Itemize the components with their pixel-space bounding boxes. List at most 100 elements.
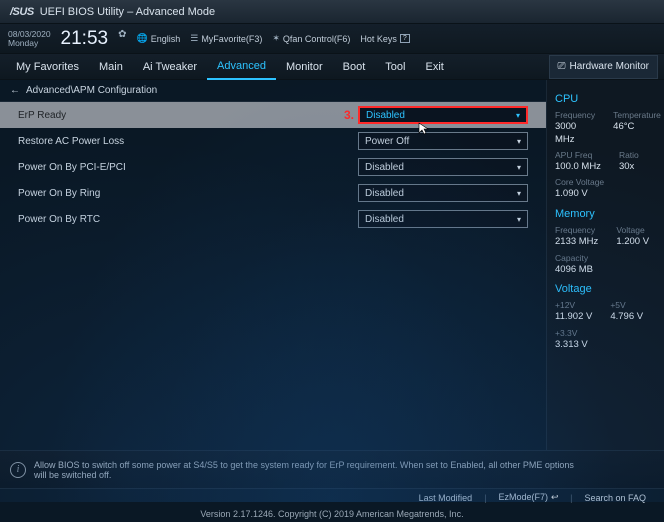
menu-item-ai-tweaker[interactable]: Ai Tweaker (133, 54, 207, 80)
hw-value: 4096 MB (555, 264, 593, 276)
brand-logo: /SUS (10, 6, 34, 18)
globe-icon: 🌐 (136, 33, 147, 44)
hw-row: +3.3V3.313 V (555, 328, 656, 351)
dropdown-value: Disabled (365, 162, 404, 173)
date-block: 08/03/2020 Monday (8, 30, 51, 48)
chevron-down-icon: ▾ (517, 163, 521, 172)
hardware-monitor-button[interactable]: ⎚ Hardware Monitor (549, 55, 658, 79)
hw-value: 30x (619, 161, 639, 173)
dropdown[interactable]: Disabled▾ (358, 106, 528, 124)
day-text: Monday (8, 39, 51, 48)
app-title: UEFI BIOS Utility – Advanced Mode (40, 6, 215, 18)
hw-value: 2133 MHz (555, 236, 598, 248)
dropdown[interactable]: Disabled ▾ (358, 184, 528, 202)
setting-label: Power On By RTC (18, 214, 358, 225)
annotation-marker: 3. (344, 108, 354, 122)
hw-value: 1.090 V (555, 188, 604, 200)
menu-item-advanced[interactable]: Advanced (207, 54, 276, 80)
chevron-down-icon: ▾ (517, 137, 521, 146)
hw-cpu-title: CPU (555, 92, 656, 106)
hw-label: Core Voltage (555, 177, 604, 188)
hw-label: APU Freq (555, 150, 601, 161)
hw-row: Capacity4096 MB (555, 253, 656, 276)
hw-row: +12V11.902 V +5V4.796 V (555, 300, 656, 323)
hw-memory-title: Memory (555, 207, 656, 221)
separator: | (484, 493, 486, 503)
help-bar: i Allow BIOS to switch off some power at… (0, 450, 664, 488)
last-modified-button[interactable]: Last Modified (411, 493, 481, 503)
help-text: Allow BIOS to switch off some power at S… (34, 460, 574, 480)
hw-label: +12V (555, 300, 592, 311)
settings-list: ErP Ready3.Disabled▾Restore AC Power Los… (0, 102, 546, 450)
dropdown[interactable]: Disabled ▾ (358, 210, 528, 228)
hw-row: Core Voltage1.090 V (555, 177, 656, 200)
hw-label: Ratio (619, 150, 639, 161)
footer-bar: Last Modified | EzMode(F7) ↪ | Search on… (0, 488, 664, 506)
menu-item-tool[interactable]: Tool (375, 54, 415, 80)
status-bar: 08/03/2020 Monday 21:53 ✿ 🌐 English ☰ My… (0, 24, 664, 54)
dropdown-value: Power Off (365, 136, 409, 147)
hw-label: Frequency (555, 225, 598, 236)
qfan-label: Qfan Control(F6) (283, 34, 351, 44)
myfavorite-button[interactable]: ☰ MyFavorite(F3) (190, 33, 262, 44)
hw-voltage-title: Voltage (555, 282, 656, 296)
language-label: English (151, 34, 181, 44)
chevron-down-icon: ▾ (517, 215, 521, 224)
hardware-monitor-label: Hardware Monitor (570, 61, 649, 72)
dropdown-value: Disabled (365, 188, 404, 199)
hw-value: 11.902 V (555, 311, 592, 323)
dropdown[interactable]: Disabled ▾ (358, 158, 528, 176)
language-selector[interactable]: 🌐 English (136, 33, 180, 44)
search-faq-button[interactable]: Search on FAQ (576, 493, 654, 503)
menu-bar: My FavoritesMainAi TweakerAdvancedMonito… (0, 54, 664, 80)
hw-value: 4.796 V (610, 311, 643, 323)
question-icon: ? (400, 34, 410, 43)
hotkeys-button[interactable]: Hot Keys ? (360, 34, 409, 44)
hw-label: +5V (610, 300, 643, 311)
hw-row: Frequency2133 MHz Voltage1.200 V (555, 225, 656, 248)
chevron-down-icon: ▾ (516, 111, 520, 120)
menu-item-monitor[interactable]: Monitor (276, 54, 333, 80)
menu-item-exit[interactable]: Exit (415, 54, 453, 80)
hw-label: Frequency (555, 110, 595, 121)
setting-row[interactable]: Power On By Ring Disabled ▾ (0, 180, 546, 206)
hw-value: 1.200 V (616, 236, 649, 248)
menu-item-main[interactable]: Main (89, 54, 133, 80)
fan-icon: ✶ (272, 33, 280, 44)
menu-item-my-favorites[interactable]: My Favorites (6, 54, 89, 80)
setting-row[interactable]: Restore AC Power LossPower Off▾ (0, 128, 546, 154)
hw-label: Capacity (555, 253, 593, 264)
setting-label: ErP Ready (18, 110, 344, 121)
chevron-down-icon: ▾ (517, 189, 521, 198)
settings-panel: ← Advanced\APM Configuration ErP Ready3.… (0, 80, 546, 450)
clock: 21:53 (61, 28, 109, 50)
qfan-button[interactable]: ✶ Qfan Control(F6) (272, 33, 350, 44)
monitor-icon: ⎚ (558, 61, 566, 72)
hw-value: 3000 MHz (555, 121, 595, 146)
title-bar: /SUS UEFI BIOS Utility – Advanced Mode (0, 0, 664, 24)
hw-label: Voltage (616, 225, 649, 236)
star-icon: ☰ (190, 33, 198, 44)
myfavorite-label: MyFavorite(F3) (201, 34, 262, 44)
setting-row[interactable]: Power On By PCI-E/PCI Disabled ▾ (0, 154, 546, 180)
gear-icon[interactable]: ✿ (118, 29, 126, 40)
copyright-text: Version 2.17.1246. Copyright (C) 2019 Am… (0, 506, 664, 522)
hw-value: 100.0 MHz (555, 161, 601, 173)
setting-row[interactable]: ErP Ready3. Disabled▾ (0, 102, 546, 128)
setting-row[interactable]: Power On By RTC Disabled ▾ (0, 206, 546, 232)
hotkeys-label: Hot Keys (360, 34, 397, 44)
back-arrow-icon[interactable]: ← (10, 85, 20, 96)
setting-label: Power On By PCI-E/PCI (18, 162, 358, 173)
breadcrumb[interactable]: ← Advanced\APM Configuration (0, 80, 546, 102)
menu-item-boot[interactable]: Boot (333, 54, 376, 80)
dropdown-value: Disabled (365, 214, 404, 225)
breadcrumb-text: Advanced\APM Configuration (26, 85, 157, 96)
exit-icon: ↪ (551, 492, 559, 503)
hardware-monitor-panel: CPU Frequency3000 MHzTemperature46°CAPU … (546, 80, 664, 450)
separator: | (570, 493, 572, 503)
ezmode-button[interactable]: EzMode(F7) ↪ (491, 492, 567, 503)
dropdown[interactable]: Power Off ▾ (358, 132, 528, 150)
hw-value: 46°C (613, 121, 661, 133)
hw-label: Temperature (613, 110, 661, 121)
setting-label: Power On By Ring (18, 188, 358, 199)
